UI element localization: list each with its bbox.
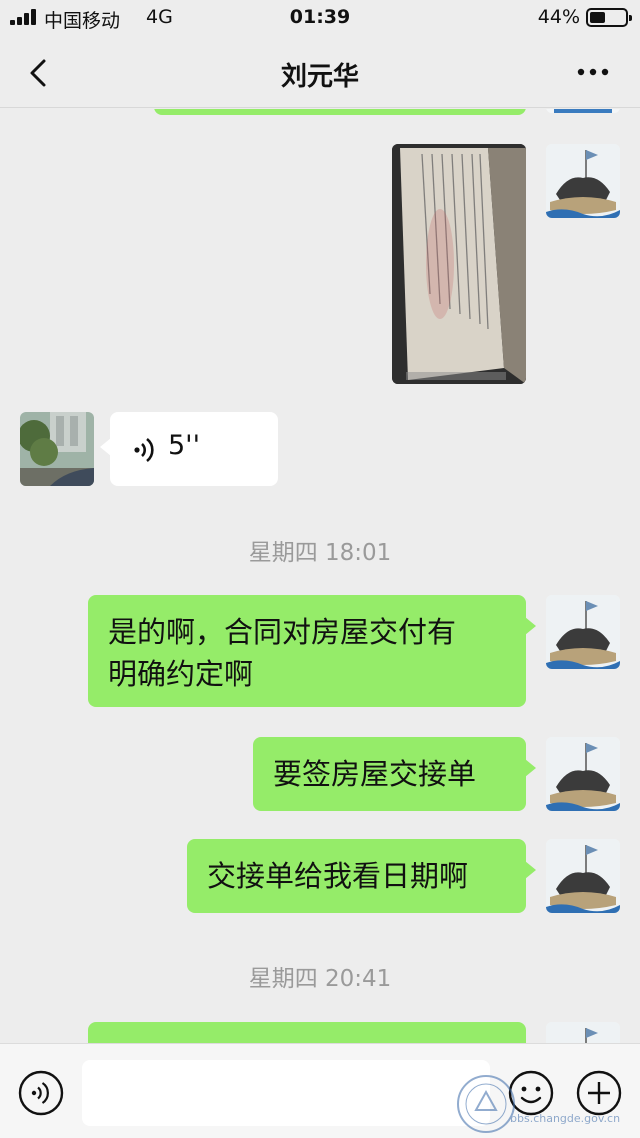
text-message[interactable]: 交接单给我看日期啊 bbox=[187, 839, 536, 913]
message-input[interactable] bbox=[82, 1060, 490, 1126]
avatar-me[interactable] bbox=[546, 1022, 620, 1043]
avatar-contact[interactable] bbox=[20, 412, 94, 486]
avatar-image bbox=[546, 144, 620, 218]
message-bubble-cut[interactable] bbox=[154, 109, 526, 115]
battery-percent: 44% bbox=[537, 6, 580, 28]
voice-duration: 5'' bbox=[168, 430, 201, 461]
image-message[interactable] bbox=[392, 144, 526, 384]
message-bubble-cut[interactable] bbox=[88, 1022, 526, 1043]
avatar-me[interactable] bbox=[546, 109, 620, 113]
text-message[interactable]: 是的啊，合同对房屋交付有 明确约定啊 bbox=[88, 595, 536, 707]
timestamp: 星期四 18:01 bbox=[248, 540, 392, 566]
avatar-me[interactable] bbox=[546, 737, 620, 811]
chat-title: 刘元华 bbox=[280, 62, 359, 92]
message-list[interactable]: 5'' 星期四 18:01 是的啊，合同对房屋交付有 明确约定啊 要签房屋交接单 bbox=[0, 109, 640, 1043]
message-line: 明确约定啊 bbox=[108, 657, 254, 691]
avatar-me[interactable] bbox=[546, 839, 620, 913]
avatar-image bbox=[546, 109, 620, 113]
avatar-me[interactable] bbox=[546, 144, 620, 218]
voice-icon[interactable] bbox=[18, 1070, 64, 1116]
avatar-image bbox=[546, 1022, 620, 1043]
text-message[interactable]: 要签房屋交接单 bbox=[253, 737, 536, 811]
status-bar: 中国移动 4G 01:39 44% bbox=[0, 0, 640, 36]
document-photo-icon bbox=[392, 144, 526, 384]
message-text: 交接单给我看日期啊 bbox=[207, 859, 469, 893]
message-line: 是的啊，合同对房屋交付有 bbox=[108, 615, 457, 649]
forum-seal-icon bbox=[457, 1075, 515, 1133]
watermark-logo: bbs.changde.gov.cn bbox=[450, 1068, 640, 1138]
battery-icon bbox=[586, 8, 632, 27]
avatar-image bbox=[546, 839, 620, 913]
chat-header: 刘元华 bbox=[0, 36, 640, 108]
avatar-image bbox=[20, 412, 94, 486]
avatar-image bbox=[546, 737, 620, 811]
voice-wave-icon bbox=[134, 437, 154, 463]
ellipsis-icon[interactable] bbox=[576, 60, 610, 84]
watermark-text: bbs.changde.gov.cn bbox=[510, 1112, 621, 1125]
timestamp: 星期四 20:41 bbox=[248, 966, 392, 992]
message-text: 要签房屋交接单 bbox=[273, 757, 477, 791]
avatar-image bbox=[546, 595, 620, 669]
avatar-me[interactable] bbox=[546, 595, 620, 669]
voice-message[interactable]: 5'' bbox=[100, 412, 278, 486]
